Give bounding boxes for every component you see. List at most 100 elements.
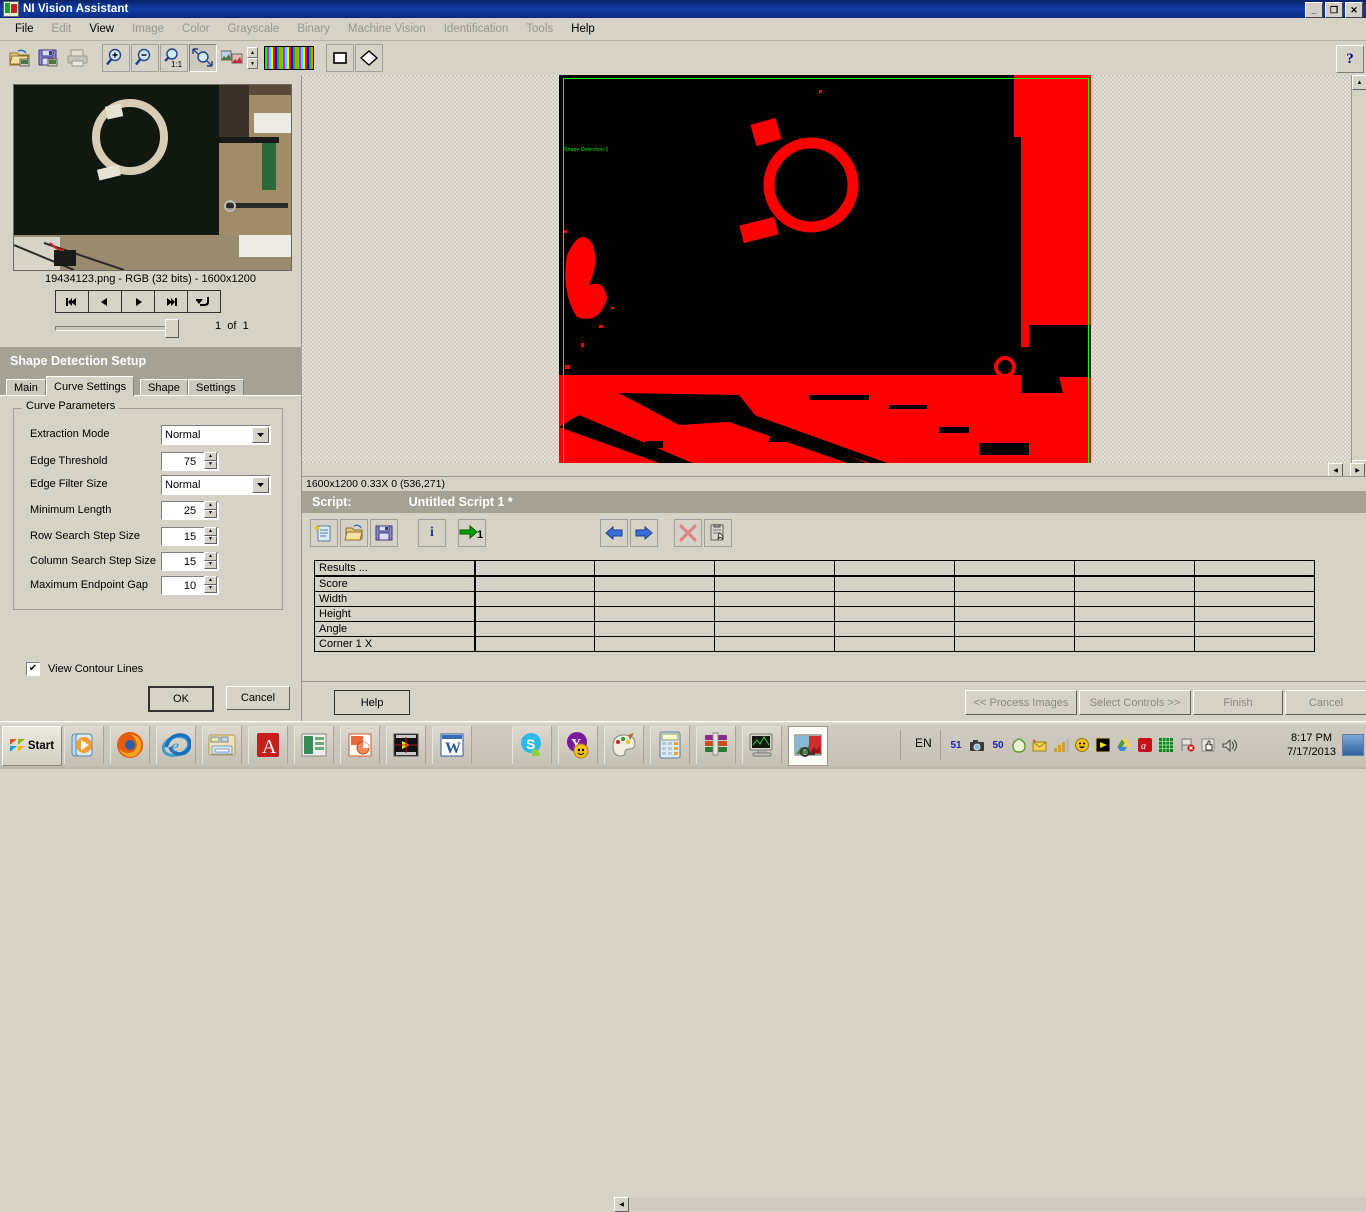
results-cell[interactable] — [594, 560, 716, 577]
ok-button[interactable]: OK — [148, 686, 214, 712]
results-cell[interactable] — [1074, 591, 1196, 607]
results-cell[interactable] — [474, 636, 596, 652]
results-cell[interactable] — [1074, 575, 1196, 592]
column-search-step-size-stepper[interactable]: ▲ ▼ — [204, 552, 217, 569]
scroll-up-button[interactable]: ▲ — [1352, 75, 1366, 90]
open-image-icon[interactable] — [6, 44, 34, 72]
step-back-icon[interactable] — [600, 518, 628, 547]
tab-shape[interactable]: Shape — [140, 379, 188, 396]
results-cell[interactable] — [834, 591, 956, 607]
results-cell[interactable] — [1194, 591, 1315, 607]
taskbar-labview[interactable] — [386, 726, 426, 764]
roi-rectangle[interactable] — [563, 78, 1089, 468]
extraction-mode-select[interactable]: Normal — [161, 425, 271, 445]
results-cell[interactable] — [1194, 575, 1315, 592]
image-thumbnail[interactable] — [13, 84, 292, 271]
results-scroll-left-button[interactable]: ◀ — [614, 1197, 629, 1212]
chevron-down-icon[interactable] — [252, 477, 269, 493]
results-cell[interactable] — [1074, 636, 1196, 652]
results-cell[interactable] — [1194, 606, 1315, 622]
tray-avira-icon[interactable]: a — [1137, 737, 1153, 753]
cancel-setup-button[interactable]: Cancel — [226, 686, 290, 710]
menu-view[interactable]: View — [80, 21, 123, 37]
results-horizontal-scrollbar[interactable]: ◀ — [614, 1197, 1366, 1212]
results-cell[interactable] — [594, 591, 716, 607]
zoom-out-icon[interactable] — [131, 44, 159, 72]
taskbar-file-explorer[interactable] — [202, 726, 242, 764]
taskbar-powerpoint[interactable] — [340, 726, 380, 764]
minimum-length-stepper[interactable]: ▲ ▼ — [204, 501, 217, 518]
results-cell[interactable] — [594, 621, 716, 637]
menu-file[interactable]: File — [6, 21, 43, 37]
results-cell[interactable] — [714, 606, 836, 622]
new-script-icon[interactable] — [310, 518, 338, 547]
previous-image-button[interactable] — [88, 290, 122, 313]
rotated-rectangle-roi-icon[interactable] — [355, 44, 383, 72]
results-cell[interactable] — [954, 591, 1076, 607]
taskbar-calculator[interactable] — [650, 726, 690, 764]
results-cell[interactable] — [474, 621, 596, 637]
taskbar-vision-assistant[interactable] — [788, 726, 828, 766]
run-once-icon[interactable]: 1 — [458, 518, 486, 547]
results-cell[interactable] — [1194, 560, 1315, 577]
results-cell[interactable] — [834, 560, 956, 577]
last-image-button[interactable] — [154, 290, 188, 313]
results-cell[interactable] — [714, 575, 836, 592]
tray-labview-icon[interactable] — [1095, 737, 1111, 753]
next-image-button[interactable] — [121, 290, 155, 313]
tray-mail-icon[interactable] — [1032, 737, 1048, 753]
results-cell[interactable] — [954, 560, 1076, 577]
image-vertical-scrollbar[interactable]: ▲ ▼ — [1351, 75, 1366, 475]
chevron-down-icon[interactable] — [252, 427, 269, 443]
results-cell[interactable] — [834, 636, 956, 652]
zoom-one-to-one-icon[interactable]: 1:1 — [160, 44, 188, 72]
results-cell[interactable] — [1194, 636, 1315, 652]
results-cell[interactable] — [594, 575, 716, 592]
results-cell[interactable] — [1074, 560, 1196, 577]
script-info-icon[interactable]: i — [418, 518, 446, 547]
results-cell[interactable] — [474, 606, 596, 622]
tray-signal-icon[interactable] — [1053, 737, 1069, 753]
results-cell[interactable] — [474, 591, 596, 607]
view-contour-lines-checkbox[interactable]: ✔ — [26, 662, 40, 676]
paste-step-icon[interactable] — [704, 518, 732, 547]
results-cell[interactable] — [954, 636, 1076, 652]
tab-main[interactable]: Main — [6, 379, 46, 396]
edge-filter-size-select[interactable]: Normal — [161, 475, 271, 495]
maximum-endpoint-gap-stepper[interactable]: ▲ ▼ — [204, 576, 217, 593]
color-palette-bar[interactable] — [264, 46, 314, 70]
tray-50-indicator[interactable]: 50 — [990, 737, 1006, 753]
close-button[interactable]: ✕ — [1345, 2, 1363, 18]
results-cell[interactable] — [1194, 621, 1315, 637]
image-pair-icon[interactable] — [218, 44, 246, 72]
taskbar-media-player[interactable] — [64, 726, 104, 764]
image-display-area[interactable]: Shape Detection 1 ▲ ▼ — [302, 75, 1366, 475]
tray-smiley-icon[interactable] — [1074, 737, 1090, 753]
restore-button[interactable]: ❐ — [1325, 2, 1343, 18]
results-cell[interactable] — [714, 621, 836, 637]
tray-camera-icon[interactable] — [969, 737, 985, 753]
results-cell[interactable] — [714, 560, 836, 577]
show-desktop-button[interactable] — [1342, 734, 1364, 756]
results-cell[interactable] — [954, 575, 1076, 592]
tab-settings[interactable]: Settings — [188, 379, 244, 396]
results-cell[interactable] — [1074, 621, 1196, 637]
start-button[interactable]: Start — [2, 726, 62, 766]
taskbar-paint[interactable] — [604, 726, 644, 764]
tray-grid-icon[interactable] — [1158, 737, 1174, 753]
taskbar-yahoo-messenger[interactable]: Y — [558, 726, 598, 764]
results-cell[interactable] — [834, 621, 956, 637]
results-cell[interactable] — [594, 636, 716, 652]
loop-images-button[interactable] — [187, 290, 221, 313]
tray-google-drive-icon[interactable] — [1116, 737, 1132, 753]
step-forward-icon[interactable] — [630, 518, 658, 547]
results-cell[interactable] — [834, 606, 956, 622]
row-search-step-size-stepper[interactable]: ▲ ▼ — [204, 527, 217, 544]
image-horizontal-scrollbar[interactable]: ◀ ▶ — [302, 463, 1366, 478]
taskbar-skype[interactable]: S — [512, 726, 552, 764]
tab-curve-settings[interactable]: Curve Settings — [46, 376, 135, 396]
taskbar-excel[interactable] — [294, 726, 334, 764]
tray-volume-icon[interactable] — [1221, 737, 1237, 753]
tray-hand-icon[interactable] — [1200, 737, 1216, 753]
results-cell[interactable] — [1074, 606, 1196, 622]
